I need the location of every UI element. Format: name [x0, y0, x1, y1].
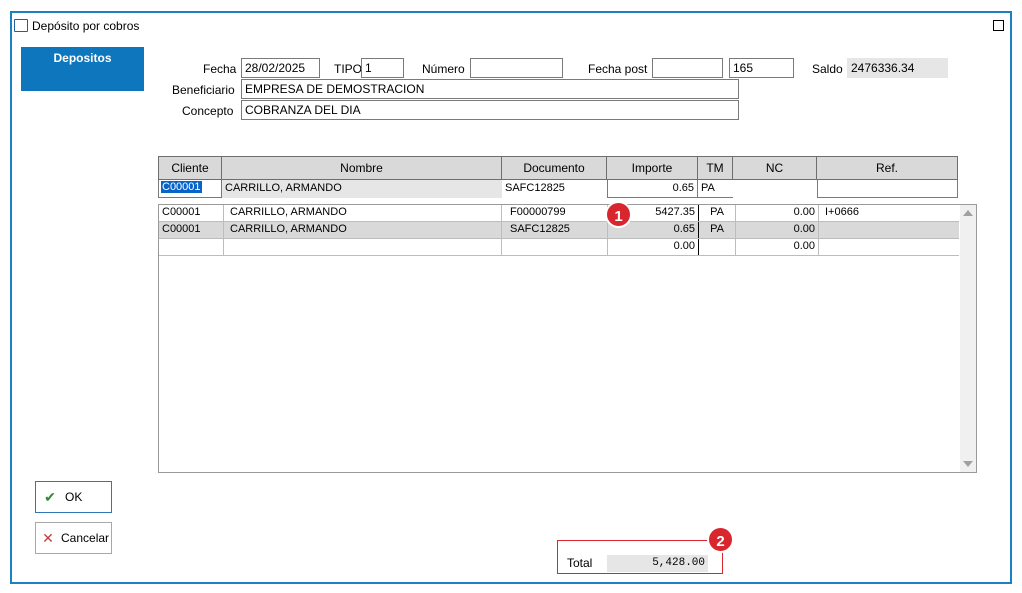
- cell-documento: SAFC12825: [502, 222, 608, 238]
- deposit-window: Depósito por cobros Depositos Fecha 28/0…: [10, 11, 1012, 584]
- table-row[interactable]: C00001 CARRILLO, ARMANDO SAFC12825 0.65 …: [159, 222, 959, 239]
- title-bar: Depósito por cobros: [12, 15, 1010, 37]
- cell-nc: 0.00: [736, 222, 819, 238]
- cell-importe: 0.00: [608, 239, 699, 255]
- detail-list[interactable]: C00001 CARRILLO, ARMANDO F00000799 5427.…: [158, 204, 977, 473]
- edit-cell-importe[interactable]: 0.65: [607, 180, 698, 198]
- concepto-label: Concepto: [182, 104, 234, 118]
- tipo-label: TIPO: [334, 62, 363, 76]
- grid-edit-row: C00001 CARRILLO, ARMANDO SAFC12825 0.65 …: [158, 180, 958, 198]
- ok-button-label: OK: [65, 490, 83, 504]
- fecha-field[interactable]: 28/02/2025: [241, 58, 320, 78]
- edit-cell-cliente[interactable]: C00001: [158, 180, 222, 198]
- beneficiario-label: Beneficiario: [172, 83, 235, 97]
- tipo-field[interactable]: 1: [361, 58, 404, 78]
- beneficiario-field[interactable]: EMPRESA DE DEMOSTRACION: [241, 79, 739, 99]
- cell-ref: [819, 222, 959, 238]
- edit-cell-ref[interactable]: [817, 180, 958, 198]
- cell-nc: 0.00: [736, 239, 819, 255]
- table-row[interactable]: 0.00 0.00: [159, 239, 959, 256]
- scroll-down-icon[interactable]: [963, 461, 973, 467]
- cancel-button-label: Cancelar: [61, 531, 110, 545]
- scroll-up-icon[interactable]: [963, 210, 973, 216]
- check-icon: ✔: [44, 488, 56, 505]
- cell-documento: F00000799: [502, 205, 608, 221]
- numero-field[interactable]: [470, 58, 563, 78]
- saldo-value: 2476336.34: [847, 58, 948, 78]
- x-icon: ✕: [42, 529, 54, 546]
- fecha-post-extra-field[interactable]: 165: [729, 58, 794, 78]
- concepto-field[interactable]: COBRANZA DEL DIA: [241, 100, 739, 120]
- table-row[interactable]: C00001 CARRILLO, ARMANDO F00000799 5427.…: [159, 205, 959, 222]
- cell-nombre: [224, 239, 502, 255]
- cell-ref: [819, 239, 959, 255]
- cell-cliente: [159, 239, 224, 255]
- edit-cell-tm[interactable]: PA: [698, 180, 733, 198]
- ok-button[interactable]: ✔ OK: [35, 481, 112, 513]
- fecha-post-label: Fecha post: [588, 62, 648, 76]
- cell-tm: PA: [699, 222, 736, 238]
- fecha-post-field[interactable]: [652, 58, 723, 78]
- cell-cliente: C00001: [159, 222, 224, 238]
- fecha-label: Fecha: [203, 62, 237, 76]
- grid-header: Cliente Nombre Documento Importe TM NC R…: [158, 156, 958, 180]
- col-header-documento[interactable]: Documento: [502, 156, 607, 180]
- tab-depositos[interactable]: Depositos: [21, 47, 144, 91]
- col-header-nombre[interactable]: Nombre: [222, 156, 502, 180]
- cancel-button[interactable]: ✕ Cancelar: [35, 522, 112, 554]
- annotation-badge-2: 2: [707, 526, 734, 553]
- cell-nombre: CARRILLO, ARMANDO: [224, 222, 502, 238]
- cell-nc: 0.00: [736, 205, 819, 221]
- edit-cell-documento[interactable]: SAFC12825: [502, 180, 607, 198]
- cell-documento: [502, 239, 608, 255]
- window-icon: [14, 19, 28, 32]
- vertical-scrollbar[interactable]: [960, 205, 976, 472]
- total-label: Total: [567, 556, 593, 570]
- edit-cell-nombre: CARRILLO, ARMANDO: [222, 180, 502, 198]
- total-box: Total 5,428.00: [557, 540, 723, 574]
- col-header-ref[interactable]: Ref.: [817, 156, 958, 180]
- saldo-label: Saldo: [812, 62, 843, 76]
- annotation-badge-1: 1: [605, 201, 632, 228]
- cell-tm: [699, 239, 736, 255]
- maximize-button[interactable]: [993, 20, 1004, 31]
- col-header-importe[interactable]: Importe: [607, 156, 698, 180]
- window-title: Depósito por cobros: [32, 19, 140, 33]
- col-header-nc[interactable]: NC: [733, 156, 817, 180]
- total-value: 5,428.00: [607, 555, 708, 572]
- cell-ref: I+0666: [825, 206, 859, 218]
- cell-cliente: C00001: [159, 205, 224, 221]
- edit-cell-nc[interactable]: [733, 180, 817, 198]
- col-header-tm[interactable]: TM: [698, 156, 733, 180]
- cell-nombre: CARRILLO, ARMANDO: [224, 205, 502, 221]
- col-header-cliente[interactable]: Cliente: [158, 156, 222, 180]
- numero-label: Número: [422, 62, 465, 76]
- cell-tm: PA: [699, 205, 736, 221]
